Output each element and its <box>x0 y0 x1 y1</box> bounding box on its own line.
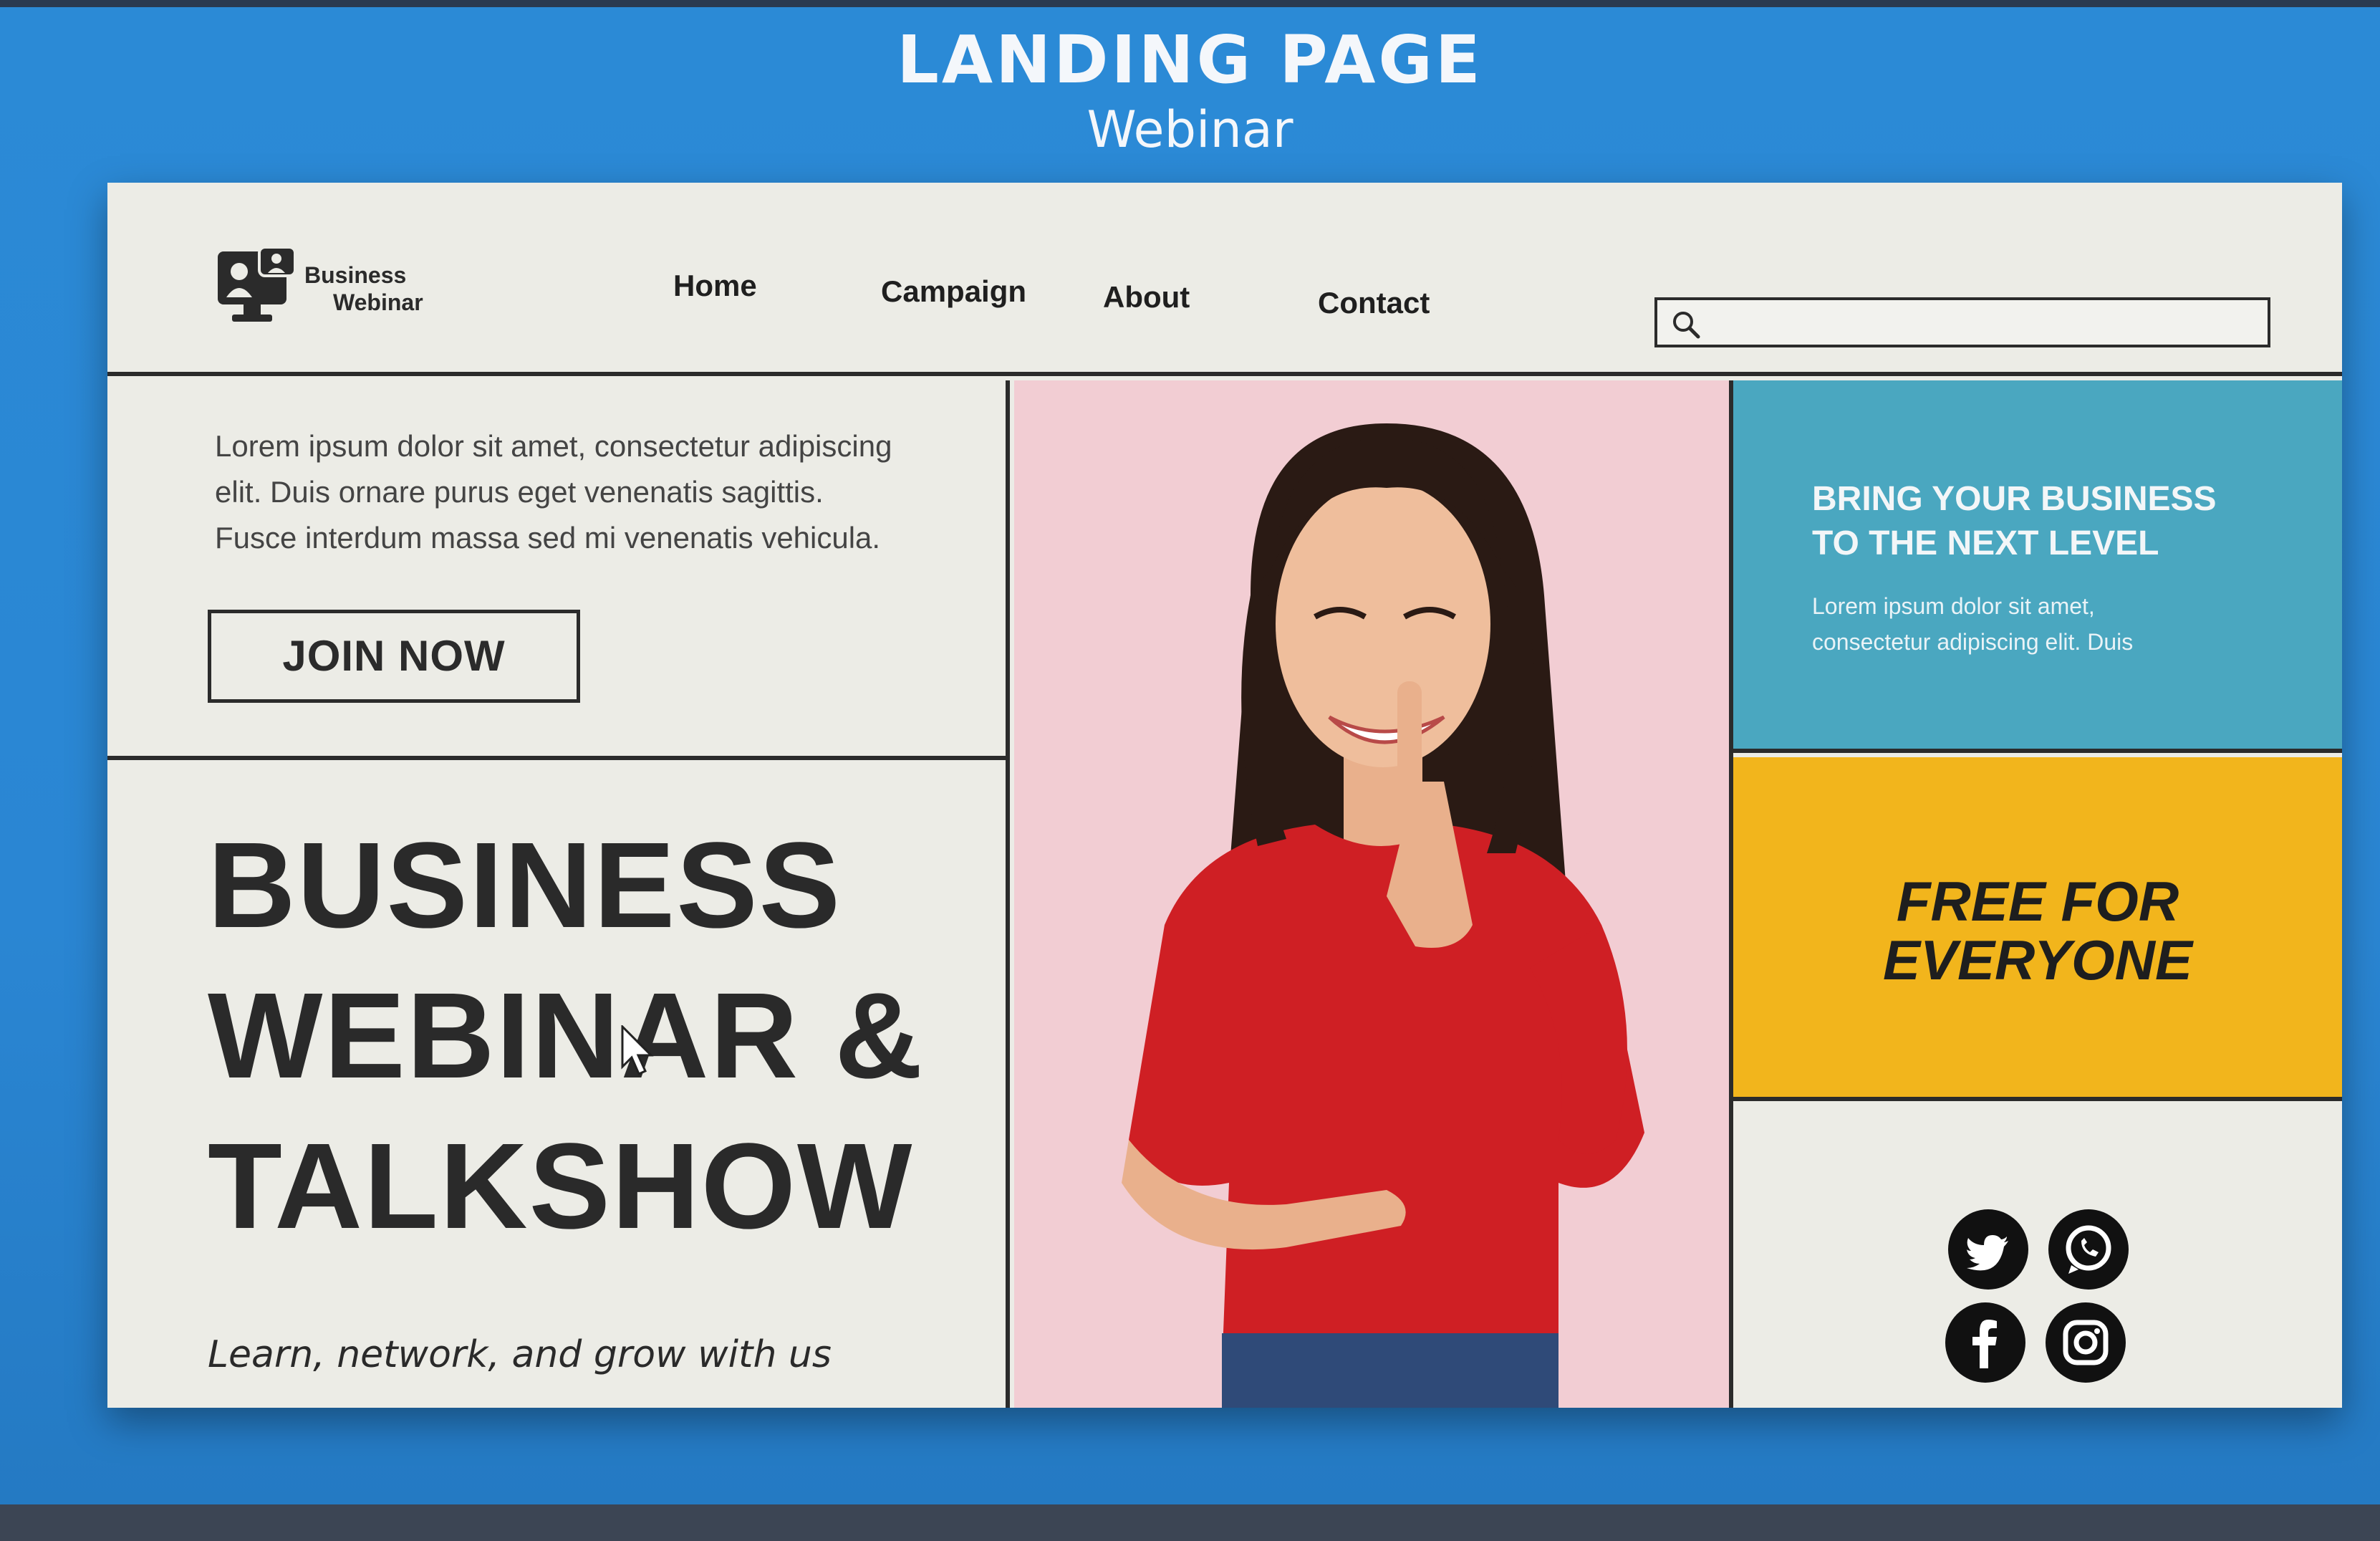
logo-line-1: Business <box>304 262 407 288</box>
next-level-body: Lorem ipsum dolor sit amet, consectetur … <box>1812 588 2270 660</box>
instagram-link[interactable] <box>2046 1302 2126 1383</box>
social-links <box>1733 1105 2342 1408</box>
intro-paragraph: Lorem ipsum dolor sit amet, consectetur … <box>215 423 945 561</box>
next-level-card: BRING YOUR BUSINESS TO THE NEXT LEVEL Lo… <box>1733 380 2342 753</box>
intro-line: Fusce interdum massa sed mi venenatis ve… <box>215 521 881 555</box>
title-line: TO THE NEXT LEVEL <box>1812 524 2159 562</box>
next-level-title: BRING YOUR BUSINESS TO THE NEXT LEVEL <box>1812 477 2313 566</box>
free-line: EVERYONE <box>1882 928 2193 992</box>
headline-line: WEBINAR & <box>208 968 925 1104</box>
intro-panel: Lorem ipsum dolor sit amet, consectetur … <box>107 380 1006 760</box>
join-now-button[interactable]: JOIN NOW <box>208 610 580 703</box>
logo-wordmark: Business Webinar <box>304 261 423 316</box>
instagram-icon <box>2063 1320 2109 1365</box>
bottom-dark-strip <box>0 1504 2380 1541</box>
promo-column: BRING YOUR BUSINESS TO THE NEXT LEVEL Lo… <box>1733 380 2342 1408</box>
site-logo[interactable]: Business Webinar <box>215 247 451 333</box>
search-icon <box>1673 312 1700 339</box>
monitor-people-icon <box>218 247 297 322</box>
nav-home[interactable]: Home <box>673 269 757 303</box>
body-line: Lorem ipsum dolor sit amet, <box>1812 593 2095 619</box>
screenshot-subtitle: Webinar <box>1087 100 1293 159</box>
free-for-everyone-text: FREE FOR EVERYONE <box>1733 872 2342 989</box>
whatsapp-link[interactable] <box>2048 1209 2129 1290</box>
mouse-cursor-icon <box>621 1025 654 1075</box>
headline-line: BUSINESS <box>208 817 842 954</box>
title-line: BRING YOUR BUSINESS <box>1812 480 2217 518</box>
screenshot-title: LANDING PAGE <box>897 21 1483 98</box>
site-header: Business Webinar Home Campaign About Con… <box>107 183 2342 376</box>
nav-campaign[interactable]: Campaign <box>881 274 1026 309</box>
logo-line-2: Webinar <box>333 289 423 315</box>
twitter-icon <box>1967 1235 2008 1271</box>
twitter-link[interactable] <box>1948 1209 2028 1290</box>
woman-shush-illustration <box>1014 380 1729 1408</box>
hero-left-column: Lorem ipsum dolor sit amet, consectetur … <box>107 380 1010 1408</box>
landing-page-mockup: Business Webinar Home Campaign About Con… <box>107 183 2342 1408</box>
nav-contact[interactable]: Contact <box>1318 286 1430 320</box>
search-input[interactable] <box>1654 297 2270 347</box>
nav-about[interactable]: About <box>1103 280 1190 315</box>
body-line: consectetur adipiscing elit. Duis <box>1812 629 2134 655</box>
intro-line: elit. Duis ornare purus eget venenatis s… <box>215 475 824 509</box>
top-dark-strip <box>0 0 2380 7</box>
hero-photo <box>1014 380 1733 1408</box>
free-banner: FREE FOR EVERYONE <box>1733 757 2342 1101</box>
facebook-icon <box>1972 1320 1997 1368</box>
free-line: FREE FOR <box>1896 870 2179 933</box>
whatsapp-icon <box>2066 1225 2111 1274</box>
headline-line: TALKSHOW <box>208 1118 914 1254</box>
hero-tagline: Learn, network, and grow with us <box>208 1333 832 1376</box>
intro-line: Lorem ipsum dolor sit amet, consectetur … <box>215 429 892 463</box>
hero-headline: BUSINESS WEBINAR & TALKSHOW <box>208 810 996 1262</box>
facebook-link[interactable] <box>1945 1302 2025 1383</box>
